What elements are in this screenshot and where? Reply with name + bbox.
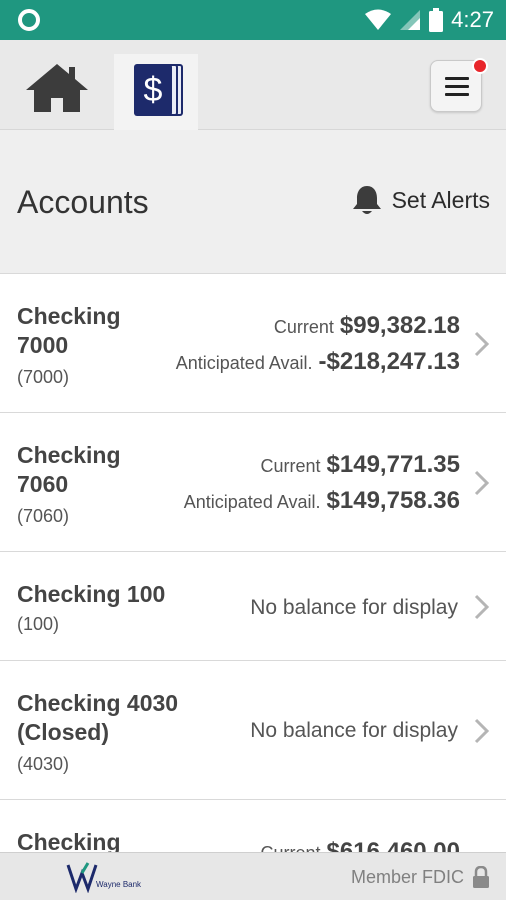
member-fdic-text: Member FDIC [350, 867, 464, 887]
available-label: Anticipated Avail. [175, 353, 313, 373]
current-balance: $616,460.00 [326, 838, 460, 852]
hamburger-icon [445, 77, 469, 80]
current-balance: $149,771.35 [326, 451, 460, 478]
dollar-symbol: $ [143, 71, 163, 109]
battery-icon [429, 8, 444, 32]
chevron-right-icon [474, 470, 490, 496]
account-row[interactable]: Checking 100 (100) No balance for displa… [0, 552, 506, 661]
current-balance: $99,382.18 [339, 312, 460, 339]
available-balance-line: Anticipated Avail. $149,758.36 [184, 487, 460, 515]
current-balance-line: Current $616,460.00 [261, 838, 461, 852]
bell-icon [352, 186, 381, 214]
account-name: Checking 4030 [17, 690, 179, 716]
account-name-line2: (Closed) [17, 719, 109, 745]
available-balance: $149,758.36 [326, 487, 460, 514]
status-time: 4:27 [451, 7, 494, 32]
hamburger-icon-bar [445, 93, 469, 96]
available-balance-line: Anticipated Avail. -$218,247.13 [176, 348, 460, 376]
account-number: (7000) [17, 367, 70, 387]
account-number: (7060) [17, 506, 70, 526]
chevron-right-icon [474, 718, 490, 744]
account-number: (4030) [17, 754, 70, 774]
wifi-icon [365, 9, 392, 30]
set-alerts-label: Set Alerts [391, 186, 490, 213]
signal-icon [400, 10, 421, 30]
hamburger-icon-bar [445, 85, 469, 88]
set-alerts-button[interactable]: Set Alerts [352, 184, 490, 216]
page-title: Accounts [17, 184, 149, 220]
account-name: Checking [17, 303, 121, 329]
chevron-right-icon [474, 331, 490, 357]
account-name: Checking 100 [17, 581, 166, 607]
account-row[interactable]: Checking 7000 (7000) Current $99,382.18 … [0, 274, 506, 413]
footer: Wayne Bank Member FDIC [0, 852, 506, 900]
status-app-icon [18, 9, 40, 31]
current-label: Current [273, 317, 334, 337]
notification-badge [472, 58, 488, 74]
lock-icon [473, 866, 489, 888]
available-label: Anticipated Avail. [183, 492, 321, 512]
current-balance-line: Current $149,771.35 [261, 451, 461, 479]
account-number: (100) [17, 614, 60, 634]
account-name: Checking [17, 829, 121, 852]
account-name-line2: 7060 [17, 471, 69, 497]
account-row[interactable]: Checking 4030 (Closed) (4030) No balance… [0, 661, 506, 800]
account-name: Checking [17, 442, 121, 468]
current-balance-line: Current $99,382.18 [274, 312, 460, 340]
accounts-list: Checking 7000 (7000) Current $99,382.18 … [0, 274, 506, 852]
home-icon [26, 64, 88, 112]
account-name-line2: 7000 [17, 332, 69, 358]
no-balance-text: No balance for display [250, 719, 458, 742]
page-header: Accounts Set Alerts [0, 130, 506, 274]
chevron-right-icon [474, 594, 490, 620]
home-button[interactable] [24, 62, 90, 114]
account-row[interactable]: Checking Current $616,460.00 [0, 800, 506, 852]
status-indicators: 4:27 [365, 0, 494, 40]
status-bar: 4:27 [0, 0, 506, 40]
top-navigation: $ [0, 40, 506, 130]
available-balance: -$218,247.13 [318, 348, 460, 375]
current-label: Current [261, 843, 321, 852]
current-label: Current [260, 456, 321, 476]
logo-text: Wayne Bank [96, 880, 142, 889]
tab-accounts[interactable]: $ [114, 54, 198, 130]
account-row[interactable]: Checking 7060 (7060) Current $149,771.35… [0, 413, 506, 552]
no-balance-text: No balance for display [250, 596, 458, 619]
